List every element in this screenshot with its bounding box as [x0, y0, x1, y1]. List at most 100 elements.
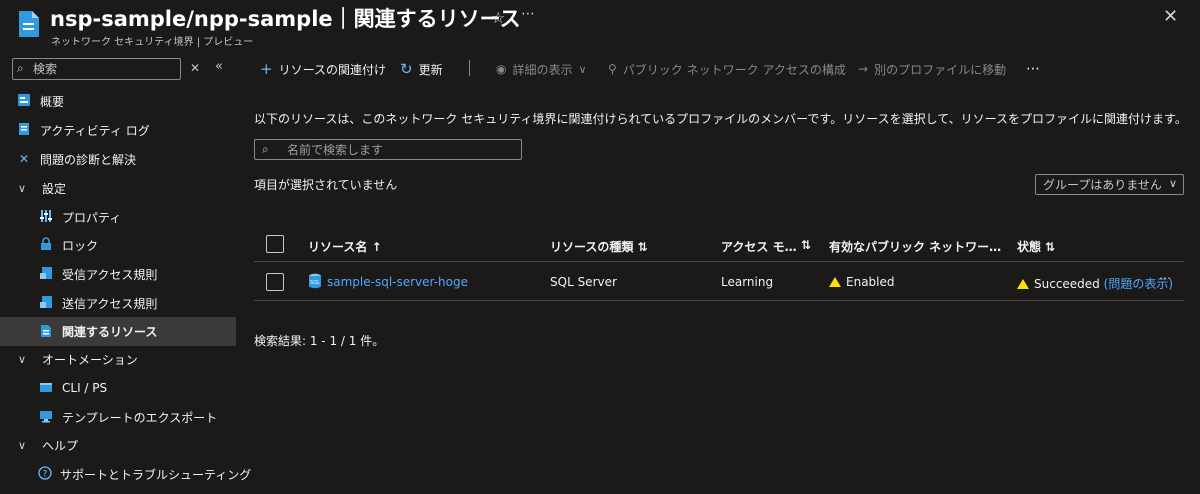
refresh-icon: ↻ [400, 60, 413, 78]
sidebar-item-label: サポートとトラブルシューティング [60, 467, 252, 482]
more-options-icon[interactable]: ⋯ [521, 6, 535, 22]
public-access-status: Enabled [829, 275, 895, 289]
link-icon: ⚲ [608, 62, 617, 76]
sidebar-item-properties[interactable]: プロパティ [0, 204, 236, 230]
view-details-button[interactable]: ◉ 詳細の表示 ∨ [496, 58, 587, 80]
page-title: nsp-sample/npp-sample｜関連するリソース [50, 7, 521, 31]
sidebar-group-automation[interactable]: ∨ オートメーション [0, 346, 236, 372]
view-details-label: 詳細の表示 [512, 62, 573, 77]
state-value: Succeeded [1034, 277, 1100, 291]
table-header: リソース名 ↑ リソースの種類 ⇅ アクセス モ… ⇅ 有効なパブリック ネット… [254, 228, 1184, 262]
sidebar-item-cli-ps[interactable]: CLI / PS [0, 375, 236, 401]
chevron-down-icon: ∨ [18, 352, 27, 366]
chevron-down-icon: ∨ [18, 181, 27, 195]
sidebar-item-activity-log[interactable]: アクティビティ ログ [0, 117, 236, 143]
table-row[interactable]: SQL sample-sql-server-hoge SQL Server Le… [254, 263, 1184, 301]
eye-icon: ◉ [496, 62, 507, 76]
sidebar-item-outbound-rules[interactable]: 送信アクセス規則 [0, 290, 236, 316]
inbound-rules-icon [38, 266, 54, 282]
command-bar: + リソースの関連付け ↻ 更新 ◉ 詳細の表示 ∨ ⚲ パブリック ネットワー… [236, 58, 1200, 80]
outbound-rules-icon [38, 295, 54, 311]
sidebar-search-input[interactable] [33, 61, 173, 77]
sidebar-item-label: ロック [62, 238, 99, 253]
star-icon[interactable]: ☆ [491, 8, 505, 27]
help-icon: ? [38, 466, 52, 482]
sidebar-item-support[interactable]: ? サポートとトラブルシューティング [0, 461, 251, 487]
sidebar-item-lock[interactable]: ロック [0, 232, 236, 258]
sidebar-group-label: オートメーション [42, 352, 138, 367]
sidebar-group-label: 設定 [42, 181, 67, 196]
move-profile-button[interactable]: → 別のプロファイルに移動 [858, 58, 1006, 80]
refresh-button[interactable]: ↻ 更新 [400, 58, 443, 80]
column-header-type[interactable]: リソースの種類 ⇅ [550, 238, 648, 255]
warning-icon [829, 277, 841, 287]
public-access-value: Enabled [846, 275, 895, 289]
group-by-value: グループはありません [1043, 178, 1162, 192]
search-icon: ⌕ [17, 61, 24, 75]
sidebar-item-label: 送信アクセス規則 [62, 296, 158, 311]
row-checkbox[interactable] [266, 273, 284, 291]
sidebar-item-label: プロパティ [62, 210, 122, 225]
column-header-access-mode[interactable]: アクセス モ… [721, 238, 797, 255]
name-filter[interactable]: ⌕ [254, 139, 522, 160]
group-by-dropdown[interactable]: グループはありません ∨ [1035, 174, 1184, 195]
sidebar-item-inbound-rules[interactable]: 受信アクセス規則 [0, 261, 236, 287]
properties-icon [38, 209, 54, 225]
sidebar-item-label: 関連するリソース [62, 325, 158, 339]
activity-log-icon [16, 122, 32, 138]
sidebar-item-diagnose[interactable]: ✕ 問題の診断と解決 [0, 146, 236, 172]
svg-text:SQL: SQL [310, 280, 320, 286]
lock-icon [38, 237, 54, 253]
move-profile-label: 別のプロファイルに移動 [874, 62, 1007, 77]
name-filter-input[interactable] [287, 142, 507, 157]
blade-header: nsp-sample/npp-sample｜関連するリソース ネットワーク セキ… [0, 0, 1200, 52]
select-all-checkbox[interactable] [266, 235, 284, 253]
sidebar-group-help[interactable]: ∨ ヘルプ [0, 432, 236, 458]
wrench-icon: ✕ [18, 152, 30, 166]
main-content: + リソースの関連付け ↻ 更新 ◉ 詳細の表示 ∨ ⚲ パブリック ネットワー… [236, 52, 1200, 494]
clear-search-icon[interactable]: ✕ [190, 61, 200, 75]
overview-icon [16, 93, 32, 109]
sidebar-search[interactable]: ⌕ [12, 58, 181, 80]
resource-name-link[interactable]: sample-sql-server-hoge [327, 275, 468, 289]
sidebar-item-label: 問題の診断と解決 [40, 152, 137, 167]
chevron-down-icon: ∨ [1168, 177, 1177, 190]
sidebar-item-associated-resources[interactable]: 関連するリソース [0, 317, 236, 346]
associate-resource-button[interactable]: + リソースの関連付け [260, 58, 386, 80]
associated-resources-icon [38, 324, 54, 340]
column-header-state[interactable]: 状態 ⇅ [1017, 238, 1055, 255]
sidebar-item-export-template[interactable]: テンプレートのエクスポート [0, 404, 236, 430]
column-header-name[interactable]: リソース名 ↑ [308, 238, 382, 255]
refresh-label: 更新 [418, 62, 443, 77]
sidebar: ⌕ ✕ « 概要 アクティビティ ログ ✕ 問題の診断と解決 ∨ 設定 プロパテ… [0, 56, 251, 494]
toolbar-more-button[interactable]: ⋯ [1026, 58, 1040, 80]
collapse-sidebar-icon[interactable]: « [215, 59, 223, 74]
result-count: 検索結果: 1 - 1 / 1 件。 [254, 334, 385, 348]
chevron-down-icon: ∨ [18, 438, 27, 452]
sidebar-item-label: 概要 [40, 94, 65, 109]
sidebar-item-label: テンプレートのエクスポート [62, 410, 218, 425]
column-header-public-access[interactable]: 有効なパブリック ネットワー… [829, 238, 1001, 255]
provisioning-state: Succeeded (問題の表示) [1017, 275, 1173, 292]
access-mode: Learning [721, 275, 774, 289]
column-header-access-mode-sort[interactable]: ⇅ [801, 238, 811, 252]
sidebar-group-settings[interactable]: ∨ 設定 [0, 175, 236, 201]
toolbar-divider [469, 60, 470, 76]
search-icon: ⌕ [262, 142, 269, 156]
sidebar-item-overview[interactable]: 概要 [0, 88, 236, 114]
row-more-icon[interactable]: ⋯ [1159, 271, 1171, 285]
sidebar-item-label: CLI / PS [62, 381, 108, 395]
export-template-icon [38, 409, 54, 425]
warning-icon [1017, 279, 1029, 289]
more-options-icon: ⋯ [1026, 61, 1040, 77]
page-subtitle: ネットワーク セキュリティ境界 | プレビュー [51, 37, 254, 48]
description-text: 以下のリソースは、このネットワーク セキュリティ境界に関連付けられているプロファ… [254, 112, 1187, 126]
selection-status: 項目が選択されていません [254, 178, 398, 192]
close-icon[interactable]: ✕ [1163, 6, 1178, 27]
sidebar-item-label: 受信アクセス規則 [62, 267, 158, 282]
document-resource-icon [18, 10, 40, 38]
configure-public-access-button[interactable]: ⚲ パブリック ネットワーク アクセスの構成 [608, 58, 846, 80]
plus-icon: + [260, 60, 273, 78]
configure-public-access-label: パブリック ネットワーク アクセスの構成 [622, 62, 846, 77]
sidebar-group-label: ヘルプ [42, 438, 79, 453]
